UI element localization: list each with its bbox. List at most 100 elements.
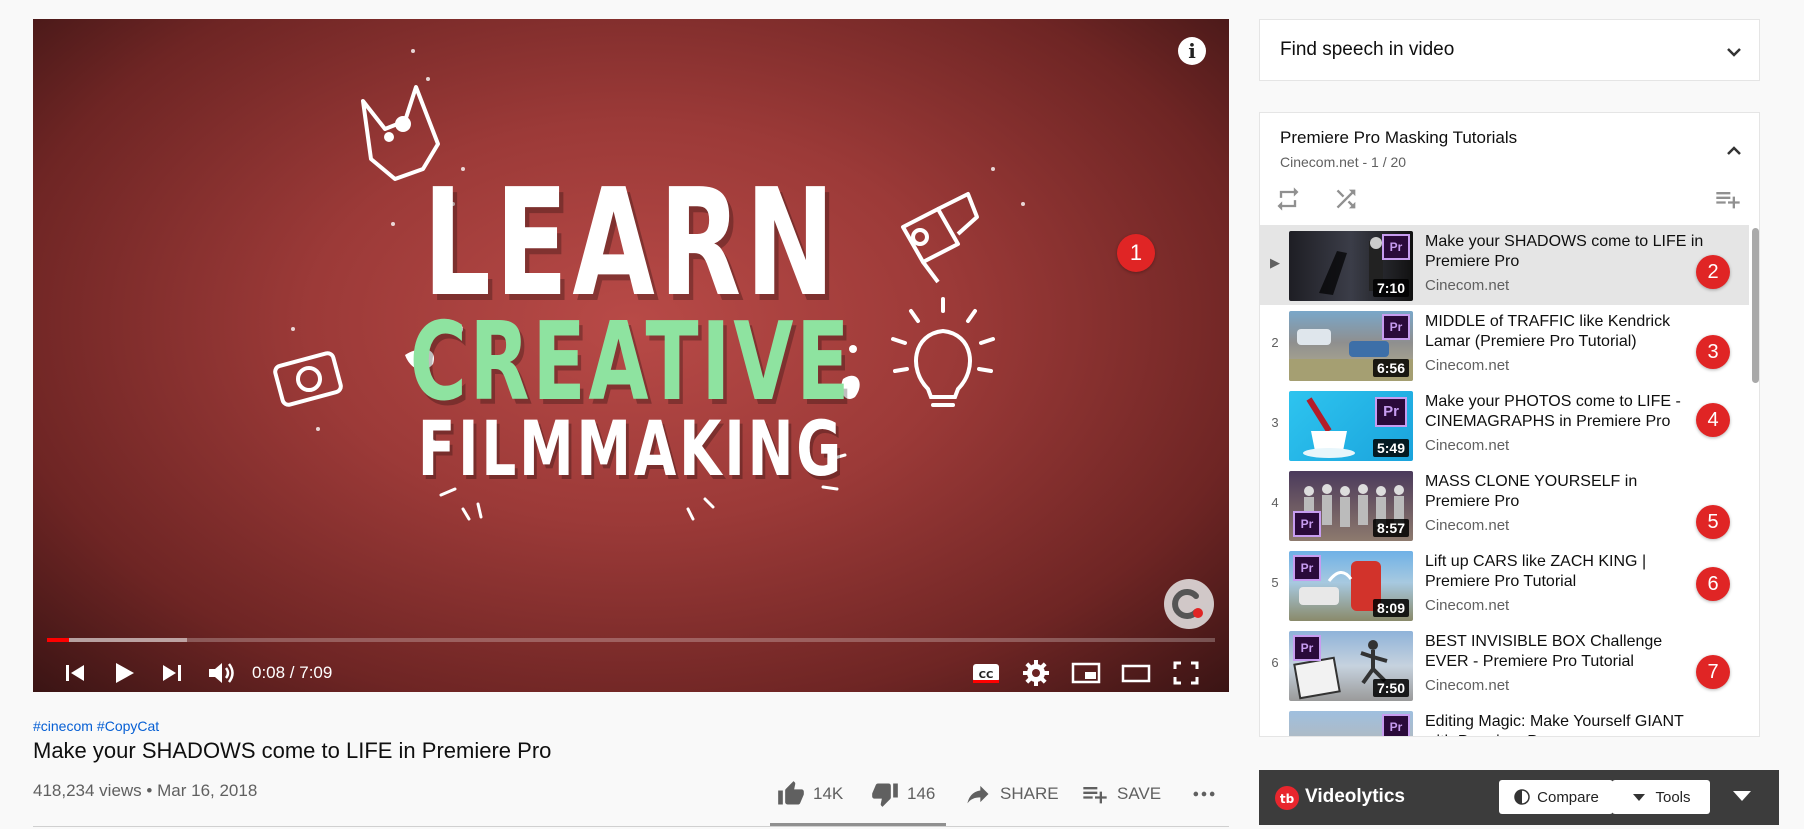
svg-text:tb: tb (1280, 792, 1295, 806)
video-thumbnail: Pr 7:10 (1289, 231, 1413, 301)
playlist-item[interactable]: 2 Pr 6:56 MIDDLE of TRAFFIC like Kendric… (1260, 305, 1749, 385)
playlist-item-title: Editing Magic: Make Yourself GIANT with … (1425, 713, 1684, 736)
find-speech-panel[interactable]: Find speech in video (1259, 19, 1760, 81)
playlist-item-index: 4 (1271, 495, 1279, 510)
duration-badge: 6:56 (1372, 359, 1409, 377)
tools-button[interactable]: Tools (1612, 780, 1710, 814)
hashtag-link[interactable]: #CopyCat (97, 718, 159, 734)
playlist-item-title: Make your PHOTOS come to LIFE - CINEMAGR… (1425, 393, 1681, 430)
video-thumbnail: Pr (1289, 711, 1413, 736)
playlist-item[interactable]: 3 Pr 5:49 Make your PHOTOS come to LIFE … (1260, 385, 1749, 465)
progress-bar[interactable] (47, 638, 1215, 642)
video-thumbnail: Pr 7:50 (1289, 631, 1413, 701)
video-thumbnail: Pr 8:09 (1289, 551, 1413, 621)
duration-badge: 7:50 (1372, 679, 1409, 697)
view-count: 418,234 views (33, 781, 142, 800)
playlist-item-channel: Cinecom.net (1425, 677, 1510, 694)
playlist-title[interactable]: Premiere Pro Masking Tutorials (1280, 128, 1517, 148)
captions-icon[interactable]: CC (968, 655, 1004, 691)
fullscreen-icon[interactable] (1168, 655, 1204, 691)
playlist-item-title: MIDDLE of TRAFFIC like Kendrick Lamar (P… (1425, 313, 1671, 350)
playlist-item-title: BEST INVISIBLE BOX Challenge EVER - Prem… (1425, 633, 1663, 670)
videolytics-name: Videolytics (1305, 786, 1405, 807)
premiere-badge-icon: Pr (1382, 314, 1410, 340)
headline-creative: CREATIVE (409, 300, 853, 425)
info-icon[interactable]: i (1178, 37, 1206, 65)
dislike-button[interactable]: 146 (871, 778, 935, 810)
chevron-down-icon[interactable] (1722, 40, 1746, 69)
premiere-badge-icon: Pr (1293, 555, 1321, 581)
theater-icon[interactable] (1118, 655, 1154, 691)
playlist-item-index: 5 (1271, 575, 1279, 590)
video-player[interactable]: LEARN CREATIVE FILMMAKING i 1 0:08 / 7:0… (33, 19, 1229, 692)
more-actions-icon[interactable] (1190, 778, 1226, 810)
progress-played (47, 638, 70, 642)
compare-button[interactable]: Compare (1499, 780, 1613, 814)
share-label: SHARE (1000, 784, 1059, 803)
add-to-playlist-icon (1083, 787, 1107, 804)
compare-label: Compare (1537, 788, 1599, 806)
playlist-item-channel: Cinecom.net (1425, 277, 1510, 294)
playlist-item-index: 3 (1271, 415, 1279, 430)
marker-1: 1 (1117, 234, 1155, 272)
thumbs-down-icon (872, 783, 898, 807)
playlist-item-index: 2 (1271, 335, 1279, 350)
previous-icon[interactable] (57, 655, 93, 691)
meta-separator: • (146, 781, 153, 800)
playlist-item[interactable]: ▶ Pr 7:10 Make your SHADOWS come to LIFE… (1260, 225, 1749, 305)
upload-date: Mar 16, 2018 (157, 781, 258, 800)
marker-2: 2 (1696, 255, 1730, 289)
shuffle-icon[interactable] (1332, 185, 1360, 218)
loop-icon[interactable] (1274, 185, 1302, 218)
like-count: 14K (813, 784, 844, 803)
playlist-item-index: 6 (1271, 655, 1279, 670)
add-to-playlist-icon[interactable] (1714, 185, 1742, 218)
find-speech-label: Find speech in video (1280, 39, 1455, 60)
premiere-badge-icon: Pr (1293, 511, 1321, 537)
playlist-item-channel: Cinecom.net (1425, 597, 1510, 614)
chevron-up-icon[interactable] (1722, 139, 1746, 168)
chevron-down-icon[interactable] (1731, 788, 1753, 809)
playlist-scroll-thumb[interactable] (1752, 228, 1759, 383)
hashtag-link[interactable]: #cinecom (33, 718, 93, 734)
playing-indicator-icon: ▶ (1270, 255, 1280, 270)
marker-7: 7 (1696, 655, 1730, 689)
playlist-item[interactable]: 4 Pr 8:57 MASS CLONE YOURSELF in Premier… (1260, 465, 1749, 545)
compare-icon (1514, 789, 1530, 805)
playlist-item[interactable]: 6 Pr 7:50 BEST INVISIBLE BOX Challenge E… (1260, 625, 1749, 705)
video-thumbnail: Pr 8:57 (1289, 471, 1413, 541)
play-icon[interactable] (105, 655, 141, 691)
video-thumbnail: Pr 5:49 (1289, 391, 1413, 461)
settings-icon[interactable] (1018, 655, 1054, 691)
playlist-item-title: Lift up CARS like ZACH KING | Premiere P… (1425, 553, 1647, 590)
next-icon[interactable] (154, 655, 190, 691)
playlist-item-channel: Cinecom.net (1425, 517, 1510, 534)
thumbs-up-icon (778, 781, 804, 805)
volume-icon[interactable] (203, 655, 239, 691)
videolytics-bar: tb Videolytics Compare Tools (1259, 770, 1779, 825)
marker-4: 4 (1696, 403, 1730, 437)
hashtags: #cinecom #CopyCat (33, 718, 163, 734)
playlist-item[interactable]: 5 Pr 8:09 Lift up CARS like ZACH KING | … (1260, 545, 1749, 625)
premiere-badge-icon: Pr (1382, 714, 1410, 736)
share-icon (967, 785, 989, 804)
like-button[interactable]: 14K (777, 778, 843, 810)
premiere-badge-icon: Pr (1293, 635, 1321, 661)
share-button[interactable]: SHARE (964, 778, 1059, 810)
headline-learn: LEARN (422, 157, 840, 329)
playlist-item-channel: Cinecom.net (1425, 437, 1510, 454)
save-button[interactable]: SAVE (1081, 778, 1161, 810)
playlist-item[interactable]: Pr Editing Magic: Make Yourself GIANT wi… (1260, 705, 1749, 736)
premiere-badge-icon: Pr (1382, 234, 1410, 260)
videolytics-logo-icon: tb (1275, 786, 1299, 810)
headline-filmmaking: FILMMAKING (417, 404, 845, 493)
caret-down-icon (1633, 794, 1646, 801)
channel-watermark-icon[interactable] (1164, 579, 1214, 629)
miniplayer-icon[interactable] (1068, 655, 1104, 691)
tools-label: Tools (1655, 788, 1691, 806)
duration-badge: 5:49 (1372, 439, 1409, 457)
divider (33, 826, 1229, 827)
duration-badge: 8:57 (1372, 519, 1409, 537)
marker-6: 6 (1696, 567, 1730, 601)
duration-badge: 8:09 (1372, 599, 1409, 617)
